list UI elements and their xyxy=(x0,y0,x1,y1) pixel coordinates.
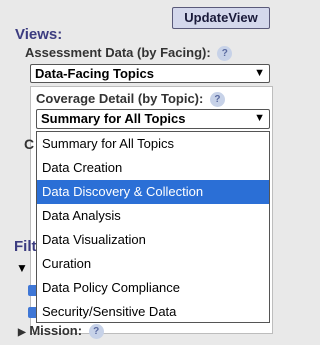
dropdown-option[interactable]: Data Creation xyxy=(37,156,269,180)
dropdown-option[interactable]: Data Policy Compliance xyxy=(37,276,269,300)
update-view-button[interactable]: UpdateView xyxy=(172,7,270,29)
expand-triangle-icon[interactable]: ▼ xyxy=(16,261,28,275)
dropdown-option[interactable]: Security/Sensitive Data xyxy=(37,300,269,324)
dropdown-option[interactable]: Data Visualization xyxy=(37,228,269,252)
help-icon[interactable]: ? xyxy=(88,324,104,340)
mission-label: Mission: xyxy=(29,323,83,338)
views-heading: Views: xyxy=(15,26,63,43)
dropdown-option[interactable]: Summary for All Topics xyxy=(37,132,269,156)
assessment-label-text: Assessment Data (by Facing): xyxy=(25,45,211,60)
filter-heading-fragment: Filt xyxy=(14,238,37,255)
assessment-select-value: Data-Facing Topics xyxy=(35,66,154,81)
help-icon[interactable]: ? xyxy=(217,46,233,62)
expand-triangle-icon: ▶ xyxy=(18,327,26,338)
assessment-label: Assessment Data (by Facing): ? xyxy=(25,45,233,62)
coverage-label: Coverage Detail (by Topic): ? xyxy=(36,91,225,108)
coverage-select[interactable]: Summary for All Topics ▼ xyxy=(36,109,270,129)
assessment-select[interactable]: Data-Facing Topics ▼ xyxy=(30,64,270,83)
chevron-down-icon: ▼ xyxy=(254,67,265,79)
dropdown-option[interactable]: Data Analysis xyxy=(37,204,269,228)
chevron-down-icon: ▼ xyxy=(254,112,265,124)
dropdown-option-highlighted[interactable]: Data Discovery & Collection xyxy=(37,180,269,204)
coverage-label-text: Coverage Detail (by Topic): xyxy=(36,91,204,106)
hidden-label-fragment: C xyxy=(24,136,35,152)
help-icon[interactable]: ? xyxy=(209,92,225,108)
mission-section[interactable]: ▶ Mission: ? xyxy=(18,323,104,340)
dropdown-option[interactable]: Curation xyxy=(37,252,269,276)
coverage-dropdown-list: Summary for All Topics Data Creation Dat… xyxy=(36,131,270,323)
coverage-select-value: Summary for All Topics xyxy=(41,111,186,126)
